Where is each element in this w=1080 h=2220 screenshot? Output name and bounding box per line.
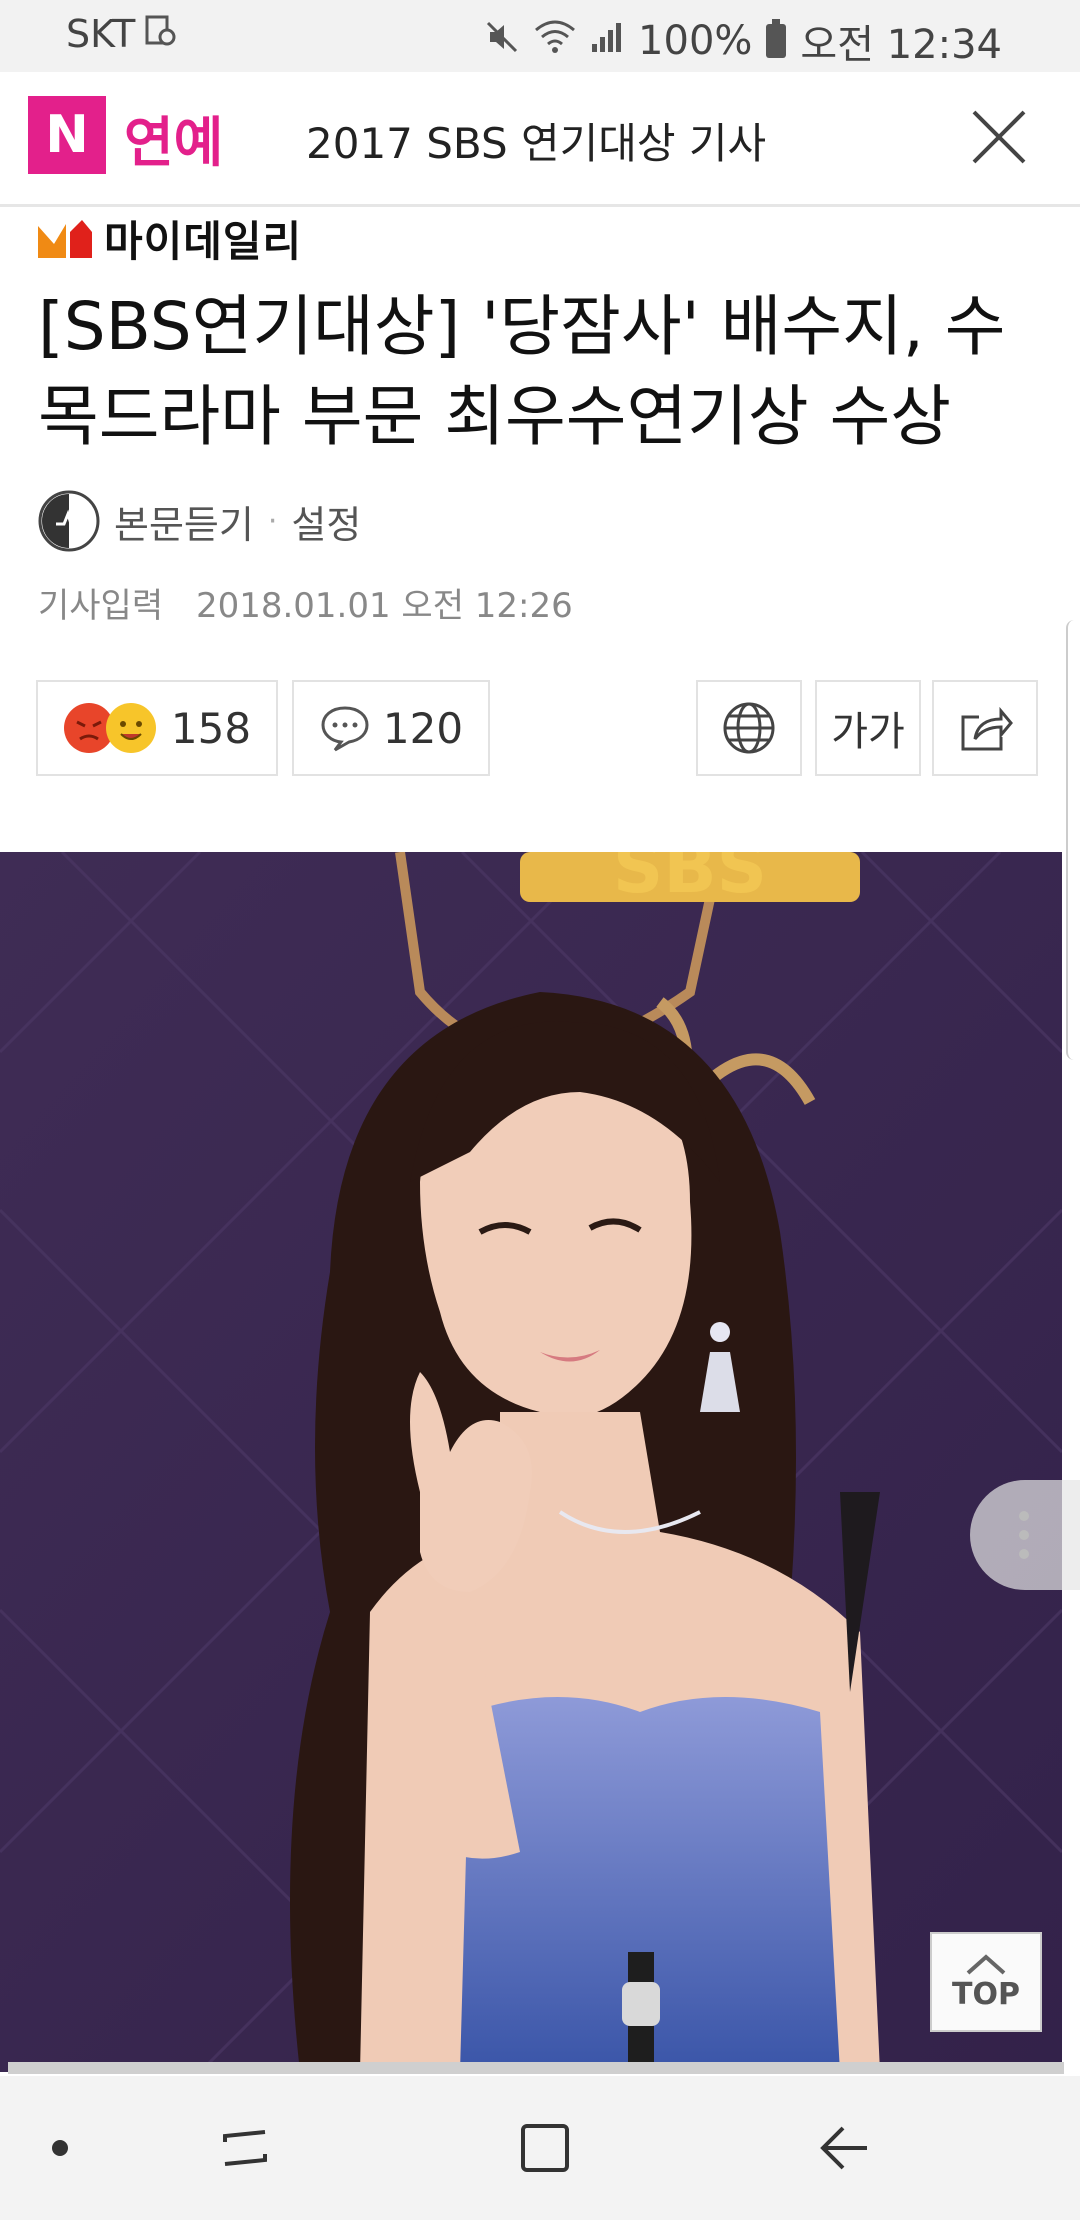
- sync-icon: [143, 13, 177, 56]
- wifi-icon: [534, 20, 576, 63]
- close-icon: [972, 110, 1026, 164]
- comments-button[interactable]: 120: [292, 680, 490, 776]
- navigation-bar: [0, 2076, 1080, 2220]
- translate-button[interactable]: [696, 680, 802, 776]
- clock: 오전 12:34: [800, 22, 1002, 68]
- chevron-up-icon: [966, 1953, 1006, 1974]
- status-right: 100% 오전 12:34: [484, 12, 1002, 70]
- section-label[interactable]: 연예: [124, 98, 223, 177]
- action-bar: 158 120 가가: [0, 680, 1080, 780]
- listen-label[interactable]: 본문듣기: [114, 494, 254, 549]
- signal-icon: [590, 20, 624, 63]
- reaction-emoji-icon: [63, 703, 156, 753]
- reactions-button[interactable]: 158: [36, 680, 278, 776]
- globe-icon: [723, 702, 775, 754]
- close-button[interactable]: [968, 106, 1030, 168]
- header-title: 2017 SBS 연기대상 기사: [306, 119, 767, 168]
- dot-icon: [52, 2140, 68, 2156]
- reactions-count: 158: [170, 703, 252, 753]
- font-size-button[interactable]: 가가: [815, 680, 921, 776]
- more-vertical-icon: [1019, 1511, 1029, 1559]
- recents-icon: [223, 2130, 267, 2166]
- recent-apps-button[interactable]: [200, 2076, 290, 2220]
- back-button[interactable]: [800, 2076, 890, 2220]
- battery-percent: 100%: [638, 18, 753, 64]
- app-header: N 연예 2017 SBS 연기대상 기사: [0, 72, 1080, 207]
- status-bar: SKT 100% 오전 12:34: [0, 0, 1080, 72]
- date-value: 2018.01.01 오전 12:26: [195, 586, 573, 626]
- press-name: 마이데일리: [104, 217, 303, 266]
- back-arrow-icon: [820, 2126, 867, 2170]
- home-icon: [521, 2124, 569, 2172]
- top-label: TOP: [952, 1976, 1020, 2012]
- home-button[interactable]: [500, 2076, 590, 2220]
- nav-dot-button[interactable]: [30, 2076, 90, 2220]
- share-icon: [961, 706, 1013, 751]
- share-button[interactable]: [932, 680, 1038, 776]
- separator-dot: ·: [267, 503, 278, 539]
- scroll-handle[interactable]: [1066, 620, 1080, 1060]
- photo-illustration: SBS: [0, 852, 1062, 2072]
- battery-icon: [766, 19, 787, 58]
- article-headline: [SBS연기대상] '당잠사' 배수지, 수목드라마 부문 최우수연기상 수상: [38, 288, 1006, 455]
- scroll-top-button[interactable]: TOP: [930, 1932, 1042, 2032]
- comment-icon: [321, 706, 369, 752]
- press-mark-icon: [38, 219, 92, 258]
- listen-row: 본문듣기 · 설정: [38, 490, 361, 552]
- status-left: SKT: [66, 12, 177, 56]
- article-photo[interactable]: SBS: [0, 852, 1062, 2072]
- comments-count: 120: [382, 703, 464, 753]
- listen-icon[interactable]: [38, 490, 100, 552]
- progress-bar: [8, 2062, 1064, 2074]
- font-size-label: 가가: [831, 709, 905, 755]
- article-date: 기사입력 2018.01.01 오전 12:26: [38, 578, 573, 627]
- press-logo[interactable]: 마이데일리: [36, 208, 302, 269]
- reaction-emojis: [63, 700, 159, 756]
- date-label: 기사입력: [38, 586, 164, 626]
- naver-logo[interactable]: N: [28, 96, 106, 174]
- settings-link[interactable]: 설정: [291, 494, 361, 549]
- backdrop-text: SBS: [613, 852, 767, 909]
- carrier-label: SKT: [66, 12, 136, 56]
- mute-icon: [484, 19, 520, 64]
- floating-menu-button[interactable]: [970, 1480, 1080, 1590]
